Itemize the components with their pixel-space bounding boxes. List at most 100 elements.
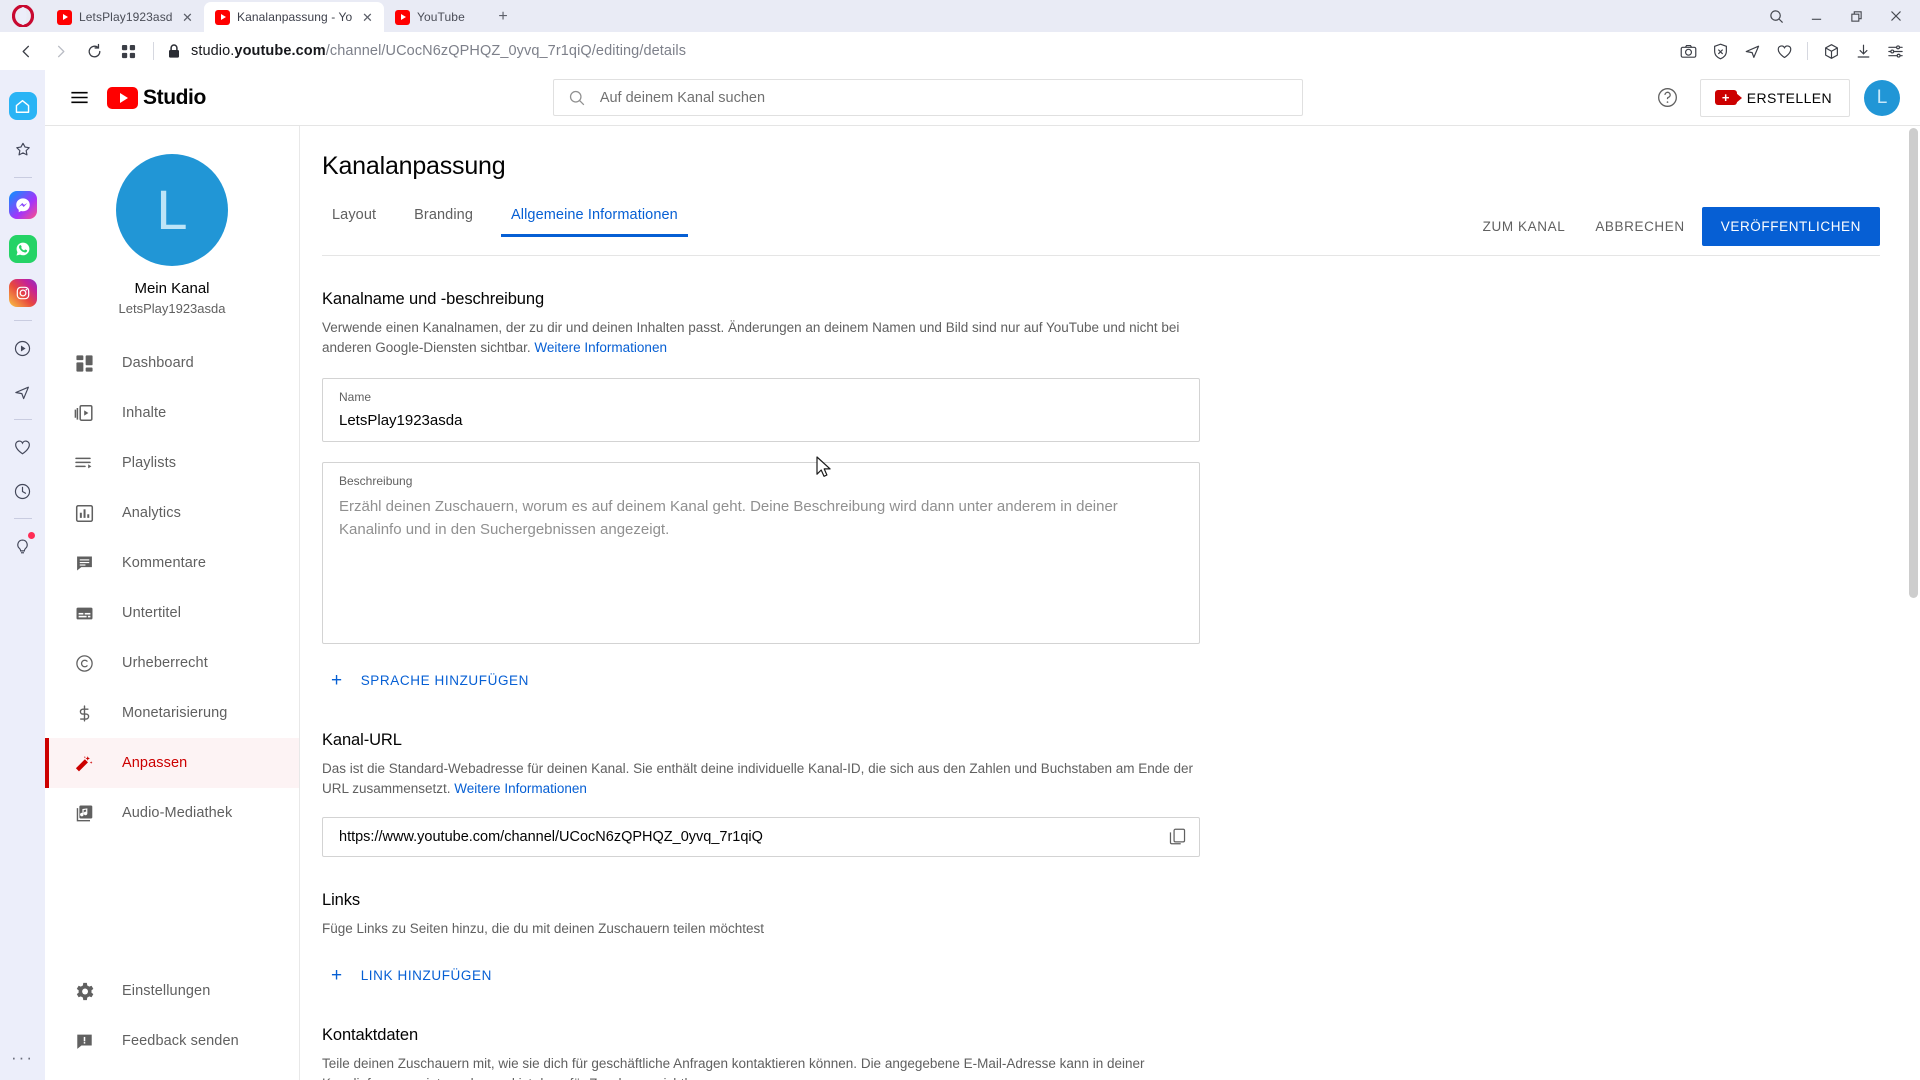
sidebar-item-anpassen[interactable]: Anpassen [45, 738, 299, 788]
sidebar-item-label: Einstellungen [122, 983, 211, 999]
sidebar-item-feedback[interactable]: Feedback senden [45, 1016, 299, 1066]
channel-name-field[interactable]: Name LetsPlay1923asda [322, 377, 1200, 442]
adblock-shield-icon[interactable] [1705, 36, 1735, 66]
back-arrow-icon[interactable] [10, 36, 42, 66]
browser-viewport-row: ··· Studio Auf deinem Kanal suchen + ERS… [0, 70, 1920, 1080]
speed-dial-grid-icon[interactable] [112, 36, 144, 66]
section-name-description: Kanalname und -beschreibung Verwende ein… [322, 290, 1880, 697]
sidebar-item-telegram[interactable] [0, 370, 45, 414]
opera-browser-window: LetsPlay1923asda - YouTub ✕ Kanalanpassu… [0, 0, 1920, 1080]
close-icon[interactable]: ✕ [180, 10, 195, 25]
avatar[interactable]: L [1864, 79, 1900, 116]
learn-more-link[interactable]: Weitere Informationen [454, 781, 587, 796]
tab-strip: LetsPlay1923asda - YouTub ✕ Kanalanpassu… [0, 0, 1920, 32]
sidebar-item-label: Kommentare [122, 555, 207, 571]
browser-toolbar-icons [1673, 36, 1910, 66]
feedback-icon [72, 1029, 96, 1053]
sidebar-item-history[interactable] [0, 469, 45, 513]
cancel-button[interactable]: ABBRECHEN [1582, 209, 1697, 244]
sidebar-item-home[interactable] [0, 84, 45, 128]
minimize-icon[interactable] [1796, 1, 1836, 31]
studio-search-wrapper: Auf deinem Kanal suchen [206, 79, 1650, 116]
close-icon[interactable]: ✕ [360, 10, 375, 25]
section-title: Kanal-URL [322, 730, 402, 749]
forward-arrow-icon[interactable] [44, 36, 76, 66]
create-button[interactable]: + ERSTELLEN [1699, 78, 1850, 117]
channel-handle: LetsPlay1923asda [118, 301, 226, 316]
section-description: Verwende einen Kanalnamen, der zu dir un… [322, 318, 1202, 358]
learn-more-link[interactable]: Weitere Informationen [534, 340, 667, 355]
sidebar-more-button[interactable]: ··· [11, 1048, 34, 1068]
sidebar-item-monetarisierung[interactable]: Monetarisierung [45, 688, 299, 738]
sidebar-item-player[interactable] [0, 326, 45, 370]
sidebar-item-dashboard[interactable]: Dashboard [45, 338, 299, 388]
page-title: Kanalanpassung [322, 152, 506, 180]
tab-allgemeine-informationen[interactable]: Allgemeine Informationen [500, 207, 688, 237]
sidebar-item-analytics[interactable]: Analytics [45, 488, 299, 538]
new-tab-button[interactable]: + [489, 2, 517, 32]
sidebar-item-whatsapp[interactable] [0, 227, 45, 271]
tab-layout[interactable]: Layout [322, 207, 386, 237]
page-scrollbar[interactable] [1906, 126, 1920, 1080]
sidebar-item-label: Inhalte [122, 405, 167, 421]
sidebar-item-label: Urheberrecht [122, 655, 208, 671]
search-input[interactable]: Auf deinem Kanal suchen [552, 79, 1303, 116]
crypto-wallet-cube-icon[interactable] [1816, 36, 1846, 66]
sidebar-item-playlists[interactable]: Playlists [45, 438, 299, 488]
url-text: studio.youtube.com/channel/UCocN6zQPHQZ_… [191, 43, 687, 59]
reload-icon[interactable] [78, 36, 110, 66]
help-question-icon[interactable] [1650, 80, 1686, 116]
view-channel-button[interactable]: ZUM KANAL [1470, 209, 1579, 244]
plus-icon: + [331, 964, 343, 986]
downloads-icon[interactable] [1848, 36, 1878, 66]
sidebar-item-urheberrecht[interactable]: Urheberrecht [45, 638, 299, 688]
sidebar-item-label: Untertitel [122, 605, 182, 621]
sidebar-item-kommentare[interactable]: Kommentare [45, 538, 299, 588]
sidebar-item-messenger[interactable] [0, 183, 45, 227]
send-paperplane-icon[interactable] [1737, 36, 1767, 66]
youtube-studio-logo[interactable]: Studio [107, 86, 206, 110]
browser-tab-active[interactable]: Kanalanpassung - YouTube ✕ [204, 2, 384, 32]
add-link-button[interactable]: + LINK HINZUFÜGEN [322, 959, 501, 992]
scrollbar-thumb[interactable] [1909, 128, 1918, 598]
sidebar-item-pinboard[interactable] [0, 524, 45, 568]
sidebar-item-label: Analytics [122, 505, 181, 521]
sidebar-item-audio-mediathek[interactable]: Audio-Mediathek [45, 788, 299, 838]
tab-branding[interactable]: Branding [404, 207, 483, 237]
sidebar-item-favorites[interactable] [0, 425, 45, 469]
sidebar-item-bookmarks[interactable] [0, 128, 45, 172]
add-language-button[interactable]: + SPRACHE HINZUFÜGEN [322, 664, 538, 697]
browser-tab[interactable]: YouTube [384, 2, 489, 32]
sidebar-item-untertitel[interactable]: Untertitel [45, 588, 299, 638]
copy-icon[interactable] [1168, 827, 1187, 846]
sidebar-item-label: Playlists [122, 455, 177, 471]
url-input[interactable]: studio.youtube.com/channel/UCocN6zQPHQZ_… [163, 43, 1671, 59]
restore-icon[interactable] [1836, 1, 1876, 31]
sidebar-divider [13, 419, 32, 420]
notification-dot [28, 532, 35, 539]
close-icon[interactable] [1876, 1, 1916, 31]
subtitles-icon [72, 601, 96, 625]
gear-icon [72, 979, 96, 1003]
section-description: Füge Links zu Seiten hinzu, die du mit d… [322, 920, 765, 936]
dollar-icon [72, 701, 96, 725]
hamburger-menu-icon[interactable] [59, 78, 99, 118]
create-button-label: ERSTELLEN [1746, 89, 1832, 106]
publish-button[interactable]: VERÖFFENTLICHEN [1701, 207, 1880, 246]
channel-url-field[interactable]: https://www.youtube.com/channel/UCocN6zQ… [322, 816, 1200, 857]
channel-avatar[interactable]: L [116, 154, 228, 266]
easy-setup-sliders-icon[interactable] [1880, 36, 1910, 66]
channel-name: Mein Kanal [134, 280, 210, 297]
sidebar-item-einstellungen[interactable]: Einstellungen [45, 966, 299, 1016]
search-icon[interactable] [1756, 1, 1796, 31]
youtube-icon [395, 9, 410, 25]
browser-tab[interactable]: LetsPlay1923asda - YouTub ✕ [46, 2, 204, 32]
sidebar-item-instagram[interactable] [0, 271, 45, 315]
sidebar-item-inhalte[interactable]: Inhalte [45, 388, 299, 438]
heart-icon[interactable] [1769, 36, 1799, 66]
studio-main-content: Kanalanpassung Layout Branding Allgemein… [300, 126, 1920, 1080]
tab-title: YouTube [417, 10, 465, 24]
channel-description-field[interactable]: Beschreibung Erzähl deinen Zuschauern, w… [322, 461, 1200, 644]
customization-panel: Kanalanpassung Layout Branding Allgemein… [300, 126, 1920, 1080]
camera-snapshot-icon[interactable] [1673, 36, 1703, 66]
